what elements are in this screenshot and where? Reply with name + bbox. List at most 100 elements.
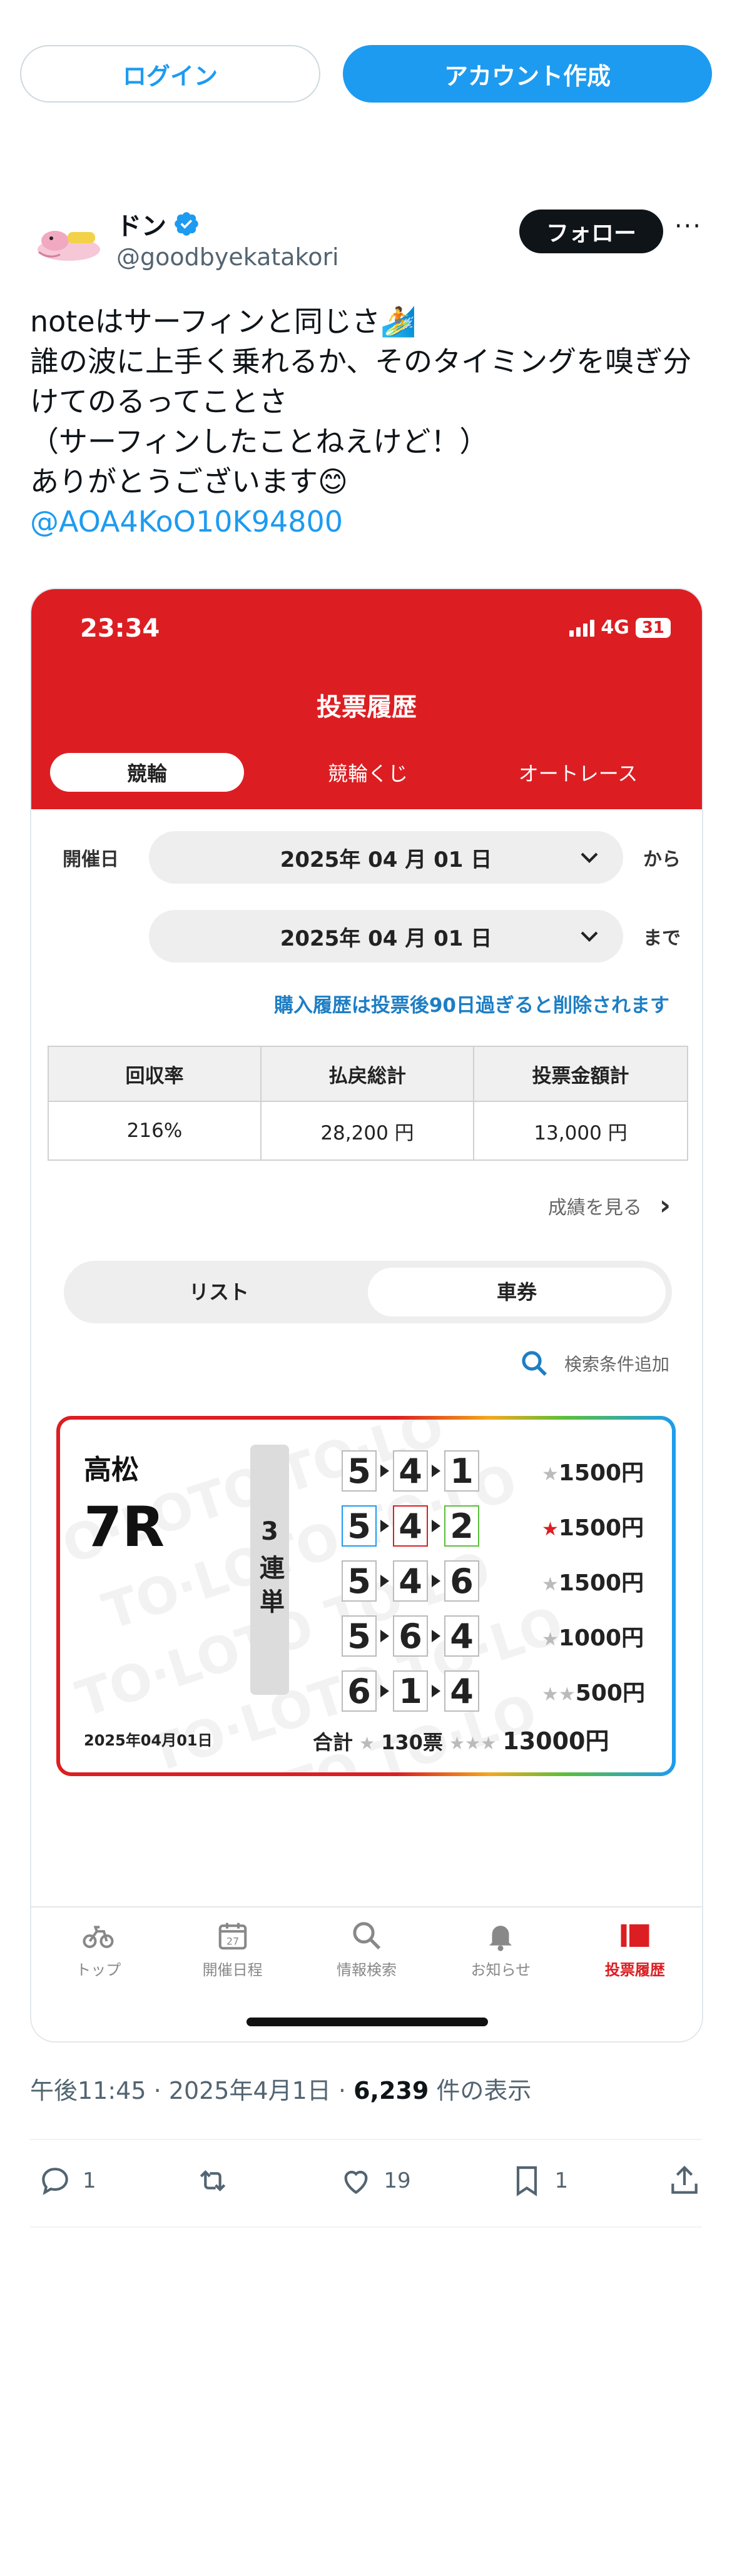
more-options-icon[interactable]: ··· [674,212,702,241]
total-label: 合計 [313,1730,353,1754]
login-button[interactable]: ログイン [20,45,320,103]
tab-keirin-kuji[interactable]: 競輪くじ [263,753,473,792]
stats-table: 回収率 払戻総計 投票金額計 216% 28,200 円 13,000 円 [48,1046,688,1161]
view-count: 6,239 [353,2077,429,2104]
network-type: 4G [601,617,629,639]
mention-link[interactable]: @AOA4KoO10K94800 [30,502,702,542]
nav-label: トップ [76,1961,121,1979]
search-icon [353,1922,381,1950]
bet-ticket[interactable]: TO·LOTO TO·LO TO·LOTO TO·LOTO·LOTO TO·LO… [56,1416,676,1776]
bookmark-count: 1 [554,2168,569,2193]
nav-notifications[interactable]: お知らせ [434,1907,567,1988]
stats-value: 13,000 円 [534,1121,628,1144]
nav-search[interactable]: 情報検索 [300,1907,434,1988]
display-name[interactable]: ドン [116,206,200,242]
display-name-text[interactable]: ドン [116,206,166,242]
toggle-ticket[interactable]: 車券 [368,1268,666,1316]
signup-button[interactable]: アカウント作成 [343,45,712,103]
ticket-venue: 高松 [84,1454,139,1486]
to-date-select[interactable]: 2025年 04 月 01 日 [149,910,623,962]
handle[interactable]: @goodbyekatakori [116,243,339,271]
like-count: 19 [384,2168,411,2193]
nav-top[interactable]: トップ [31,1907,165,1988]
tweet-line: ありがとうございます😊 [30,465,348,498]
nav-schedule[interactable]: 27 開催日程 [165,1907,299,1988]
views-label: 件の表示 [429,2077,532,2104]
stats-header: 払戻総計 [262,1047,474,1102]
combo-amount-wrap: ★1000円 [542,1620,644,1652]
bottom-nav: トップ 27 開催日程 情報検索 お知らせ 投票履歴 [31,1906,702,1988]
reply-button[interactable]: 1 [38,2163,96,2198]
repost-button[interactable] [195,2163,240,2198]
combo-row: 6 1 4 ★★500円 [342,1664,645,1719]
arrow-right-icon [432,1465,440,1477]
total-count: 130票 [381,1730,443,1754]
bell-icon [489,1926,512,1951]
search-condition-add[interactable]: 検索条件追加 [519,1348,669,1378]
view-toggle: リスト 車券 [64,1261,672,1323]
svg-text:27: 27 [226,1936,239,1947]
verified-badge-icon [175,212,198,236]
tweet-line: noteはサーフィンと同じさ🏄 [30,305,417,338]
tweet-actions: 1 19 1 [38,2159,702,2203]
nav-history[interactable]: 投票履歴 [568,1907,702,1988]
tweet-date[interactable]: 2025年4月1日 [169,2077,331,2104]
from-date-select[interactable]: 2025年 04 月 01 日 [149,831,623,884]
share-button[interactable] [667,2163,702,2198]
like-button[interactable]: 19 [338,2163,411,2198]
app-header: 23:34 4G 31 投票履歴 競輪 競輪くじ オートレース [31,589,702,809]
calendar-icon: 27 [218,1922,247,1950]
combo-number: 4 [444,1615,479,1657]
follow-button[interactable]: フォロー [519,210,663,253]
divider [30,2139,702,2140]
arrow-right-icon [380,1630,389,1642]
see-results-link[interactable]: 成績を見る › [548,1190,671,1221]
star-icon: ★ [542,1573,559,1595]
home-indicator [247,2018,488,2026]
bookmark-icon [517,2166,537,2196]
meta-separator: · [146,2077,169,2104]
combo-row: 5 4 6 ★1500円 [342,1553,644,1609]
search-icon [522,1351,547,1376]
heart-icon [344,2171,368,2195]
combo-row: 5 4 2 ★1500円 [342,1498,644,1553]
tweet-line: 誰の波に上手く乗れるか、そのタイミングを嗅ぎ分けてのるってことさ [30,345,692,418]
combo-amount: 1500円 [558,1570,644,1596]
total-amount: 13000円 [502,1727,609,1755]
tweet-time[interactable]: 午後11:45 [30,2077,146,2104]
arrow-right-icon [380,1685,389,1697]
to-date-value: 2025年 04 月 01 日 [280,926,492,951]
nav-label: 開催日程 [202,1961,263,1979]
tweet-author: ドン @goodbyekatakori フォロー ··· [30,203,702,285]
attached-screenshot[interactable]: 23:34 4G 31 投票履歴 競輪 競輪くじ オートレース 開催日 2025… [30,588,703,2043]
tab-keirin[interactable]: 競輪 [50,753,244,792]
reply-icon [42,2168,68,2195]
combo-number: 6 [393,1615,428,1657]
combo-row: 5 6 4 ★1000円 [342,1609,644,1664]
nav-label: 投票履歴 [604,1961,665,1979]
combo-amount: 1500円 [558,1515,644,1541]
combo-amount: 1500円 [558,1460,644,1486]
tweet-line: （サーフィンしたことねえけど！） [30,425,489,458]
stats-header: 投票金額計 [474,1047,687,1102]
bookmark-button[interactable]: 1 [509,2163,568,2198]
ticket-total: 合計 ★ 130票 ★★★ 13000円 [313,1722,609,1756]
combo-number: 5 [342,1505,377,1547]
arrow-right-icon [432,1685,440,1697]
combo-row: 5 4 1 ★1500円 [342,1443,644,1498]
avatar[interactable] [30,211,105,273]
combo-number: 2 [444,1505,479,1547]
signal-icon [569,619,595,637]
arrow-right-icon [380,1465,389,1477]
from-date-row: 開催日 2025年 04 月 01 日 から [31,831,702,884]
to-date-row: 2025年 04 月 01 日 まで [31,909,702,963]
share-icon [671,2166,698,2194]
to-suffix: まで [643,927,681,949]
stats-value: 216% [49,1102,262,1159]
star-icon: ★ [359,1733,375,1754]
toggle-list[interactable]: リスト [70,1268,368,1316]
date-label: 開催日 [63,849,119,871]
stats-value: 28,200 円 [262,1102,474,1159]
tab-autorace[interactable]: オートレース [473,753,683,792]
combo-number: 5 [342,1450,377,1492]
